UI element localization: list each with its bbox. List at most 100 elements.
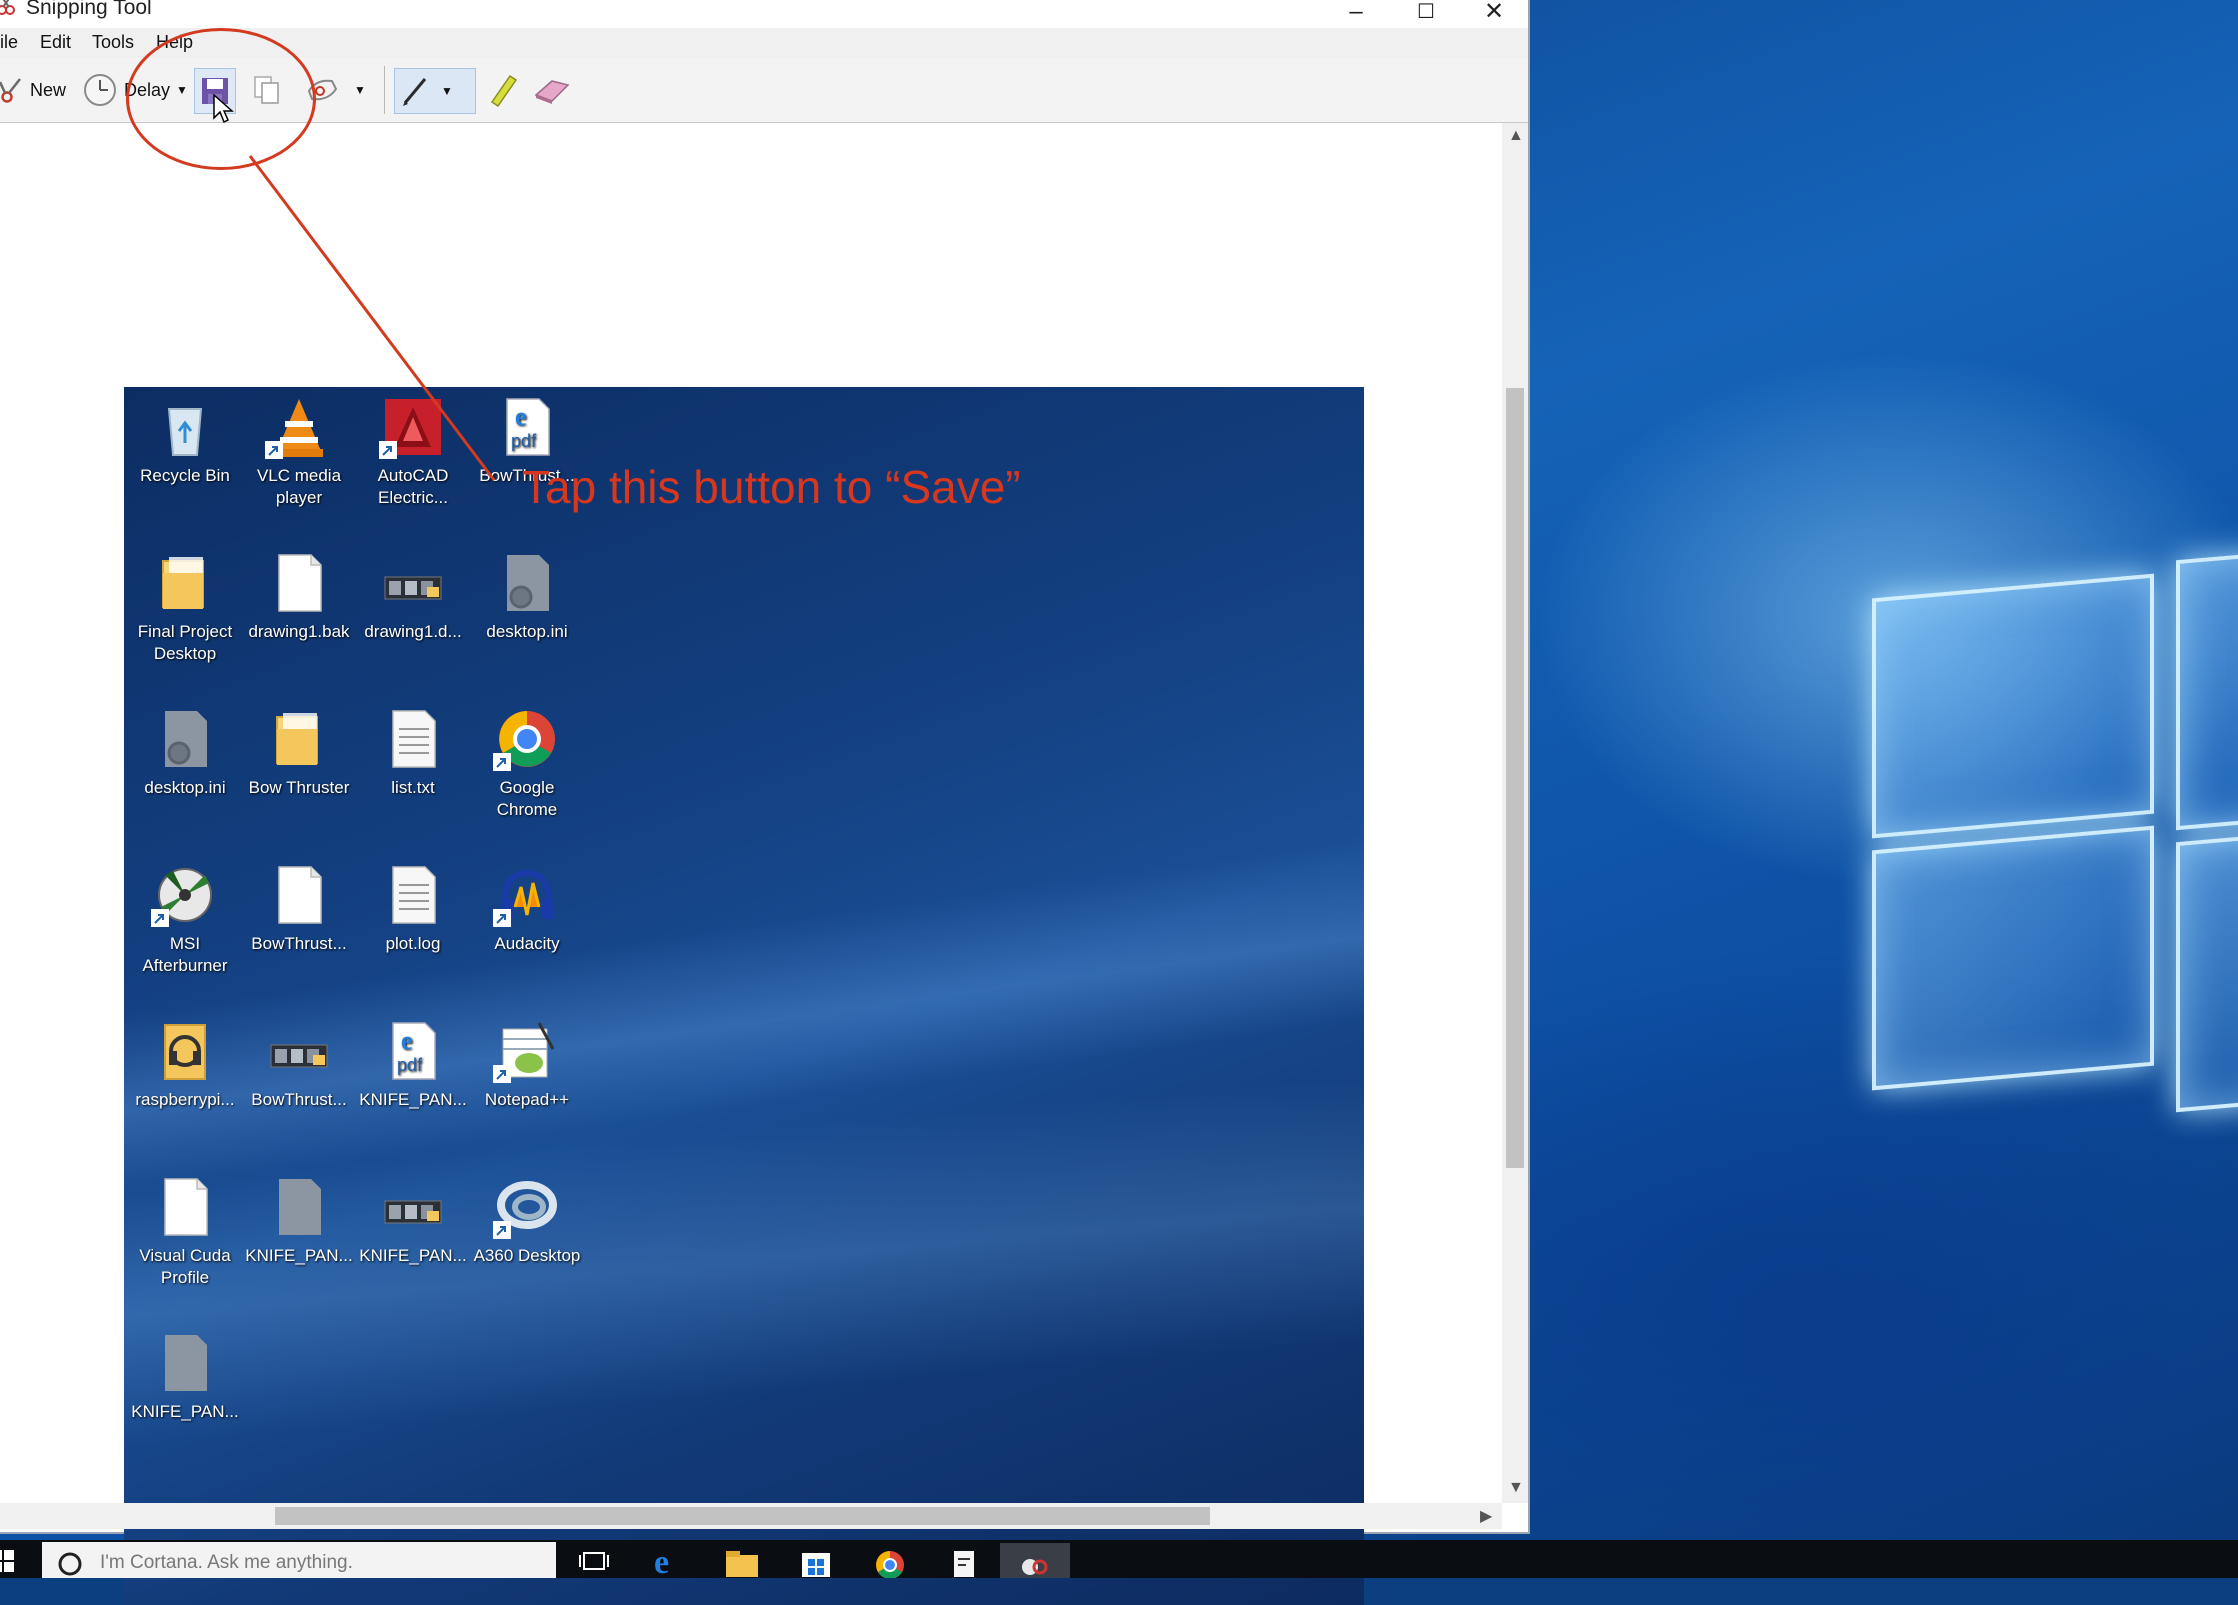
close-icon: ✕ xyxy=(1483,0,1505,25)
horizontal-scroll-thumb[interactable] xyxy=(275,1507,1210,1525)
eraser-button[interactable] xyxy=(530,68,574,112)
desktop-icon[interactable]: list.txt xyxy=(358,707,468,799)
desktop-icon[interactable]: desktop.ini xyxy=(472,551,582,643)
desktop-icon[interactable]: KNIFE_PAN... xyxy=(244,1175,354,1267)
snipping-tool-icon xyxy=(1022,1559,1048,1575)
highlighter-icon xyxy=(490,74,518,108)
desktop-icon-label: drawing1.d... xyxy=(364,622,462,641)
desktop-icon[interactable]: drawing1.bak xyxy=(244,551,354,643)
desktop-icon-label: VLC media player xyxy=(256,466,342,507)
text-file-icon xyxy=(381,863,445,927)
desktop-icon[interactable]: KNIFE_PAN... xyxy=(358,1175,468,1267)
msi-afterburner-icon xyxy=(151,863,217,927)
desktop-icon[interactable]: A360 Desktop xyxy=(472,1175,582,1267)
image-file-icon xyxy=(267,1019,331,1083)
send-snip-button[interactable]: ▼ xyxy=(306,68,376,112)
edge-button[interactable]: e xyxy=(640,1543,696,1581)
captured-screenshot: Recycle Bin VLC media player AutoCAD Elect… xyxy=(124,387,1364,1605)
clock-icon xyxy=(84,74,116,106)
desktop-icon-label: Visual Cuda Profile xyxy=(139,1246,231,1287)
desktop-icon[interactable]: Audacity xyxy=(472,863,582,955)
desktop-icon-label: Audacity xyxy=(494,934,560,953)
file-explorer-button[interactable] xyxy=(714,1543,770,1578)
svg-text:e: e xyxy=(654,1544,669,1578)
desktop-icon-label: plot.log xyxy=(385,934,441,953)
notepad-button[interactable] xyxy=(936,1543,992,1578)
task-view-icon xyxy=(579,1552,609,1570)
menu-file[interactable]: ile xyxy=(0,32,18,53)
store-button[interactable] xyxy=(788,1543,844,1578)
desktop-icon[interactable]: Recycle Bin xyxy=(130,395,240,487)
pen-icon xyxy=(403,78,427,106)
desktop-icon[interactable]: Visual Cuda Profile xyxy=(130,1175,240,1289)
recycle-bin-icon xyxy=(153,395,217,459)
scroll-down-icon[interactable]: ▼ xyxy=(1508,1479,1524,1497)
snipping-tool-taskbar-button[interactable] xyxy=(1000,1543,1070,1578)
desktop-icon-label: BowThrust... xyxy=(251,934,347,953)
gray-file-icon xyxy=(153,1331,217,1395)
snipping-tool-window: Snipping Tool – ☐ ✕ ile Edit Tools Help … xyxy=(0,0,1530,1605)
scroll-up-icon[interactable]: ▲ xyxy=(1508,127,1524,145)
task-view-button[interactable] xyxy=(566,1543,622,1578)
svg-text:pdf: pdf xyxy=(511,431,537,451)
desktop-icon-label: A360 Desktop xyxy=(473,1246,581,1265)
menu-tools[interactable]: Tools xyxy=(92,32,134,53)
gray-file-icon xyxy=(267,1175,331,1239)
vertical-scrollbar[interactable]: ▲ ▼ xyxy=(1502,123,1528,1503)
scroll-right-icon[interactable]: ▶ xyxy=(1480,1506,1492,1526)
desktop-icon-label: drawing1.bak xyxy=(248,622,350,641)
horizontal-scrollbar[interactable]: ▶ xyxy=(0,1503,1502,1529)
annotation-text: Tap this button to “Save” xyxy=(522,461,1021,513)
svg-text:e: e xyxy=(401,1026,413,1055)
windows-logo-pane xyxy=(2176,833,2238,1113)
new-snip-button[interactable]: New xyxy=(0,68,70,112)
vertical-scroll-thumb[interactable] xyxy=(1506,388,1524,1168)
pen-button[interactable]: ▼ xyxy=(394,68,476,114)
menu-edit[interactable]: Edit xyxy=(40,32,71,53)
settings-file-icon xyxy=(153,707,217,771)
desktop-icon[interactable]: AutoCAD Electric... xyxy=(358,395,468,509)
audio-folder-icon xyxy=(153,1019,217,1083)
desktop-icon[interactable]: MSI Afterburner xyxy=(130,863,240,977)
desktop-icon[interactable]: VLC media player xyxy=(244,395,354,509)
desktop-icon[interactable]: desktop.ini xyxy=(130,707,240,799)
desktop-icon[interactable]: BowThrust... xyxy=(244,863,354,955)
cortana-search-box[interactable]: I'm Cortana. Ask me anything. xyxy=(42,1542,556,1578)
desktop-icon[interactable]: KNIFE_PAN... xyxy=(130,1331,240,1423)
chevron-down-icon: ▼ xyxy=(354,83,366,97)
snipping-tool-icon xyxy=(0,0,15,15)
desktop-icon[interactable]: drawing1.d... xyxy=(358,551,468,643)
chrome-button[interactable] xyxy=(862,1543,918,1579)
maximize-icon: ☐ xyxy=(1417,1,1435,23)
desktop-icon[interactable]: raspberrypi... xyxy=(130,1019,240,1111)
windows-logo-pane xyxy=(1872,825,2154,1091)
folder-icon xyxy=(153,551,217,615)
desktop-icon[interactable]: e pdf KNIFE_PAN... xyxy=(358,1019,468,1111)
desktop-icon-label: BowThrust... xyxy=(251,1090,347,1109)
toolbar-separator xyxy=(384,66,385,114)
desktop-icon[interactable]: plot.log xyxy=(358,863,468,955)
desktop-icon[interactable]: Notepad++ xyxy=(472,1019,582,1111)
snip-canvas: Recycle Bin VLC media player AutoCAD Elect… xyxy=(0,123,1502,1605)
taskbar: I'm Cortana. Ask me anything. e xyxy=(0,1540,2238,1581)
desktop-icon[interactable]: BowThrust... xyxy=(244,1019,354,1111)
highlighter-button[interactable] xyxy=(482,68,522,112)
scissors-icon xyxy=(0,78,22,103)
notepadpp-icon xyxy=(493,1019,559,1083)
annotation-circle xyxy=(126,28,316,170)
desktop-icon-label: list.txt xyxy=(391,778,435,797)
file-explorer-icon xyxy=(726,1551,758,1577)
file-icon xyxy=(267,863,331,927)
desktop-icon-label: Final Project Desktop xyxy=(137,622,233,663)
store-icon xyxy=(802,1553,830,1577)
desktop-icon[interactable]: Google Chrome xyxy=(472,707,582,821)
svg-text:e: e xyxy=(515,402,527,431)
folder-icon xyxy=(267,707,331,771)
desktop-icon-label: KNIFE_PAN... xyxy=(245,1246,353,1265)
start-button-icon[interactable] xyxy=(0,1550,16,1574)
desktop-icon[interactable]: Bow Thruster xyxy=(244,707,354,799)
minimize-icon: – xyxy=(1349,0,1363,25)
desktop-icon-label: KNIFE_PAN... xyxy=(359,1246,467,1265)
desktop-icon-label: KNIFE_PAN... xyxy=(359,1090,467,1109)
desktop-icon[interactable]: Final Project Desktop xyxy=(130,551,240,665)
